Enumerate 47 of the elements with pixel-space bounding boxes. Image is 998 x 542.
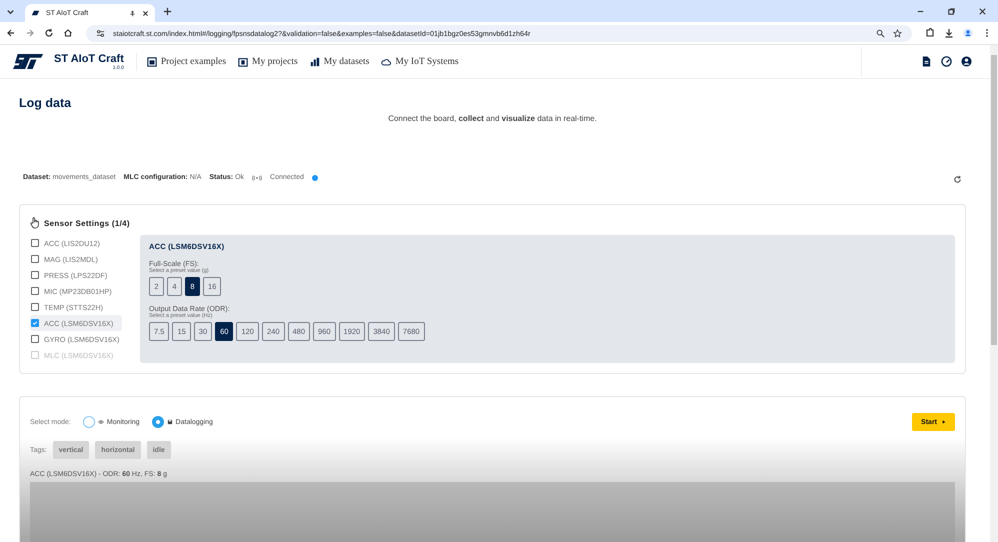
cloud-icon: [381, 56, 392, 66]
checkbox[interactable]: [31, 335, 39, 343]
close-icon[interactable]: [142, 10, 149, 16]
close-icon[interactable]: [978, 6, 987, 16]
nav-link[interactable]: Project examples: [146, 56, 226, 66]
checkbox[interactable]: [31, 303, 39, 311]
scrollbar[interactable]: [990, 45, 998, 542]
zoom-icon[interactable]: [876, 28, 885, 38]
radio-button[interactable]: [152, 416, 164, 428]
pin-icon[interactable]: [129, 10, 136, 16]
star-icon[interactable]: [893, 28, 902, 38]
signal-icon: [252, 174, 262, 180]
forward-icon[interactable]: [25, 28, 35, 38]
play-icon: [942, 420, 946, 424]
section-title: Sensor Settings (1/4): [44, 218, 130, 228]
user-icon[interactable]: [961, 56, 972, 67]
logo-icon[interactable]: [12, 53, 44, 70]
checkbox[interactable]: [31, 271, 39, 279]
sliders-icon[interactable]: [96, 28, 105, 38]
puzzle-icon[interactable]: [925, 28, 935, 38]
download-icon[interactable]: [944, 28, 954, 38]
checkbox[interactable]: [31, 239, 39, 247]
bar-chart-icon: [310, 56, 320, 66]
id-card-icon: [238, 56, 248, 66]
checkbox[interactable]: [31, 287, 39, 295]
page-subtitle: Connect the board, collect and visualize data in real-time.: [387, 114, 598, 123]
checkbox[interactable]: [31, 319, 39, 327]
radio-button[interactable]: [82, 416, 95, 428]
nav-link[interactable]: My IoT Systems: [381, 56, 459, 66]
logo-icon: [31, 10, 40, 16]
nav-link[interactable]: My projects: [238, 56, 298, 66]
restore-icon[interactable]: [947, 6, 956, 16]
gauge-icon[interactable]: [941, 56, 952, 67]
checkbox[interactable]: [31, 255, 39, 263]
refresh-icon[interactable]: [953, 175, 962, 184]
new-tab-icon[interactable]: [163, 6, 172, 16]
nav-link[interactable]: My datasets: [310, 56, 370, 66]
home-icon[interactable]: [63, 28, 73, 38]
page-title: Log data: [19, 96, 72, 110]
avatar-icon[interactable]: [963, 28, 973, 38]
eye-icon: [98, 419, 104, 425]
app-name: ST AIoT Craft: [54, 52, 124, 64]
reload-icon[interactable]: [44, 28, 54, 38]
hand-cursor-icon: [30, 217, 40, 229]
window-icon: [146, 56, 157, 66]
back-icon[interactable]: [6, 28, 16, 38]
document-icon[interactable]: [921, 56, 932, 67]
